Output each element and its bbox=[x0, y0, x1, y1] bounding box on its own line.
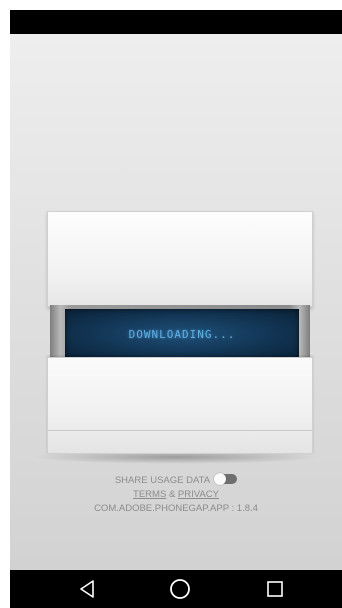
recent-apps-button[interactable] bbox=[255, 570, 295, 608]
app-version: 1.8.4 bbox=[236, 503, 258, 514]
app-content: DOWNLOADING... SHARE USAGE DATA TERMS & … bbox=[10, 34, 342, 570]
machine-panel-divider bbox=[48, 430, 312, 431]
navigation-bar bbox=[10, 570, 342, 608]
machine-bottom-panel bbox=[47, 357, 313, 454]
share-usage-label: SHARE USAGE DATA bbox=[114, 475, 210, 486]
app-id: COM.ADOBE.PHONEGAP.APP bbox=[94, 503, 229, 514]
legal-links-row: TERMS & PRIVACY bbox=[10, 488, 342, 501]
back-button[interactable] bbox=[67, 570, 107, 608]
privacy-link[interactable]: PRIVACY bbox=[178, 489, 219, 500]
recent-apps-square-icon bbox=[267, 581, 283, 597]
back-triangle-icon bbox=[80, 580, 94, 598]
home-circle-icon bbox=[170, 579, 190, 599]
device-screen: DOWNLOADING... SHARE USAGE DATA TERMS & … bbox=[10, 10, 342, 608]
terms-link[interactable]: TERMS bbox=[133, 489, 166, 500]
status-bar bbox=[10, 10, 342, 34]
app-version-row: COM.ADOBE.PHONEGAP.APP : 1.8.4 bbox=[10, 502, 342, 515]
home-button[interactable] bbox=[160, 570, 200, 608]
download-status-text: DOWNLOADING... bbox=[128, 327, 236, 341]
machine-top-panel bbox=[47, 211, 313, 307]
share-usage-row: SHARE USAGE DATA bbox=[10, 473, 342, 487]
version-separator: : bbox=[231, 503, 235, 514]
links-ampersand: & bbox=[168, 489, 176, 500]
toggle-knob bbox=[214, 473, 227, 486]
download-display: DOWNLOADING... bbox=[65, 309, 299, 359]
share-usage-toggle[interactable] bbox=[214, 473, 238, 486]
